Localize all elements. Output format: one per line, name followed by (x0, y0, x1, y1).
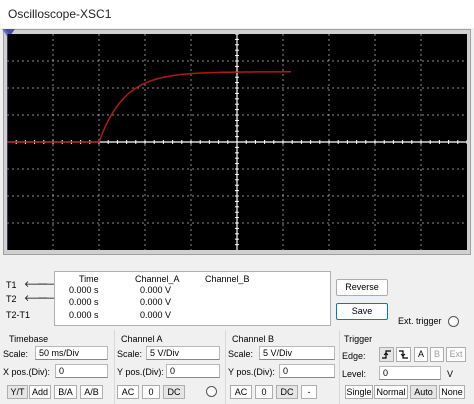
trigger-normal-button[interactable]: Normal (374, 385, 408, 399)
t1-label: T1 (6, 280, 17, 290)
add-mode-button[interactable]: Add (29, 385, 51, 399)
channel-a-scale-label: Scale: (117, 349, 143, 359)
channel-a-title: Channel A (121, 334, 163, 344)
t2-time-value: 0.000 s (69, 297, 99, 307)
trigger-level-field[interactable]: 0 (379, 366, 441, 380)
channel-a-zero-button[interactable]: 0 (142, 385, 160, 399)
oscilloscope-window: Oscilloscope-XSC1 T1 🡐 🡒 T2 🡐 🡒 T2-T1 Ti… (0, 0, 474, 404)
timebase-title: Timebase (9, 334, 49, 344)
save-button[interactable]: Save (336, 303, 388, 320)
a-b-mode-button[interactable]: A/B (80, 385, 103, 399)
channel-a-dc-button[interactable]: DC (163, 385, 185, 399)
readout-row-labels: T1 🡐 🡒 T2 🡐 🡒 T2-T1 (2, 271, 61, 326)
t2-channel-a-value: 0.000 V (140, 297, 172, 307)
timebase-scale-label: Scale: (3, 349, 29, 359)
falling-edge-icon (399, 350, 408, 359)
t1-channel-a-value: 0.000 V (140, 285, 172, 295)
readout-table: Time Channel_A Channel_B 0.000 s 0.000 V… (54, 271, 331, 326)
channel-a-ac-button[interactable]: AC (117, 385, 139, 399)
b-a-mode-button[interactable]: B/A (54, 385, 77, 399)
channel-b-ac-button[interactable]: AC (230, 385, 252, 399)
timebase-separator (114, 330, 115, 404)
scope-display (7, 34, 467, 250)
channel-a-scale-field[interactable]: 5 V/Div (146, 346, 220, 360)
channel-b-separator (339, 330, 340, 404)
t1-time-value: 0.000 s (69, 285, 99, 295)
title-bar: Oscilloscope-XSC1 (0, 0, 474, 28)
channel-a-separator (225, 330, 226, 404)
timebase-scale-field[interactable]: 50 ms/Div (35, 346, 108, 360)
time-header: Time (79, 274, 99, 284)
trigger-edge-label: Edge: (342, 351, 366, 361)
channel-b-scale-label: Scale: (228, 349, 254, 359)
ext-trigger-label: Ext. trigger (398, 316, 442, 326)
scope-screen (7, 34, 467, 250)
trigger-single-button[interactable]: Single (345, 385, 373, 399)
channel-a-y-pos-label: Y pos.(Div): (117, 367, 164, 377)
channel-b-invert-button[interactable]: - (301, 385, 317, 399)
reverse-button[interactable]: Reverse (336, 279, 388, 296)
t2-left-arrow-icon[interactable]: 🡐 (24, 294, 48, 303)
t2-t1-time-value: 0.000 s (69, 310, 99, 320)
t2-t1-channel-a-value: 0.000 V (140, 310, 172, 320)
channel-b-y-pos-label: Y pos.(Div): (228, 367, 275, 377)
window-title: Oscilloscope-XSC1 (8, 7, 112, 21)
trigger-level-label: Level: (342, 369, 367, 379)
yt-mode-button[interactable]: Y/T (7, 385, 28, 399)
x-pos-field[interactable]: 0 (55, 364, 108, 378)
t2-right-arrow-icon[interactable]: 🡒 (37, 294, 61, 303)
rising-edge-icon (382, 350, 391, 359)
channel-b-title: Channel B (232, 334, 275, 344)
trigger-auto-button[interactable]: Auto (410, 385, 437, 399)
t1-right-arrow-icon[interactable]: 🡒 (37, 280, 61, 289)
channel-b-zero-button[interactable]: 0 (255, 385, 273, 399)
falling-edge-button[interactable] (396, 347, 411, 362)
channel-a-trace (7, 71, 291, 143)
trigger-source-b-button[interactable]: B (430, 347, 444, 362)
t2-t1-label: T2-T1 (6, 310, 31, 320)
channel-b-dc-button[interactable]: DC (276, 385, 298, 399)
trigger-source-ext-button[interactable]: Ext (446, 347, 466, 362)
cursor-readout: T1 🡐 🡒 T2 🡐 🡒 T2-T1 Time Channel_A Chann… (2, 271, 331, 326)
trigger-source-a-button[interactable]: A (414, 347, 428, 362)
rising-edge-button[interactable] (379, 347, 394, 362)
t2-label: T2 (6, 294, 17, 304)
channel-b-header: Channel_B (205, 274, 250, 284)
t1-left-arrow-icon[interactable]: 🡐 (24, 280, 48, 289)
channel-a-header: Channel_A (135, 274, 180, 284)
ext-trigger-radio[interactable] (448, 316, 459, 327)
x-pos-label: X pos.(Div): (3, 367, 51, 377)
channel-a-radio[interactable] (206, 386, 217, 397)
channel-a-y-pos-field[interactable]: 0 (166, 364, 220, 378)
channel-b-y-pos-field[interactable]: 0 (279, 364, 335, 378)
channel-b-scale-field[interactable]: 5 V/Div (259, 346, 335, 360)
trigger-level-unit: V (447, 369, 454, 379)
trigger-title: Trigger (344, 334, 373, 344)
trigger-none-button[interactable]: None (439, 385, 465, 399)
